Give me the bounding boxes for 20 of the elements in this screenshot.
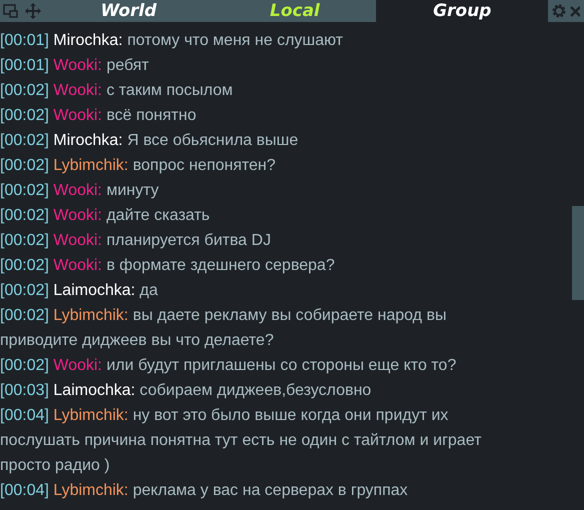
chat-message: [00:02] Laimochka: да (0, 281, 159, 301)
chat-message: [00:01] Wooki: ребят (0, 56, 150, 76)
chat-message: [00:02] Wooki: с таким посылом (0, 81, 234, 101)
chat-message: [00:02] Wooki: дайте сказать (0, 206, 211, 226)
chat-message: [00:03] Laimochka: собираем диджеев,безусловно (0, 381, 372, 401)
chat-message: [00:02] Lybimchik: вы даете рекламу вы собираете народ вы приводите диджеев вы что делаете? (0, 306, 448, 351)
chat-message: [00:02] Wooki: в формате здешнего сервера? (0, 256, 336, 276)
chat-message: [00:04] Lybimchik: реклама у вас на серверах в группах (0, 481, 409, 501)
chat-message: [00:02] Lybimchik: вопрос непонятен? (0, 156, 277, 176)
tab[interactable]: Local (213, 0, 376, 22)
tab[interactable]: Group (376, 0, 548, 22)
chat-message: [00:01] Mirochka: потому что меня не слушают (0, 31, 344, 51)
chat-message: [00:02] Wooki: планируется битва DJ (0, 231, 272, 251)
chat-message: [00:04] Lybimchik: ну вот это было выше когда они придут их послушать причина понятна тут есть не один с тайтлом и играет просто радио ) (0, 406, 482, 476)
chat-message: [00:02] Wooki: всё понятно (0, 106, 198, 126)
chat-message: [00:02] Wooki: минуту (0, 181, 160, 201)
tab[interactable]: World (44, 0, 214, 22)
chat-message: [00:02] Wooki: или будут приглашены со стороны еще кто то? (0, 356, 458, 376)
scrollbar-thumb[interactable] (572, 206, 584, 300)
chat-message: [00:02] Mirochka: Я все обьяснила выше (0, 131, 300, 151)
